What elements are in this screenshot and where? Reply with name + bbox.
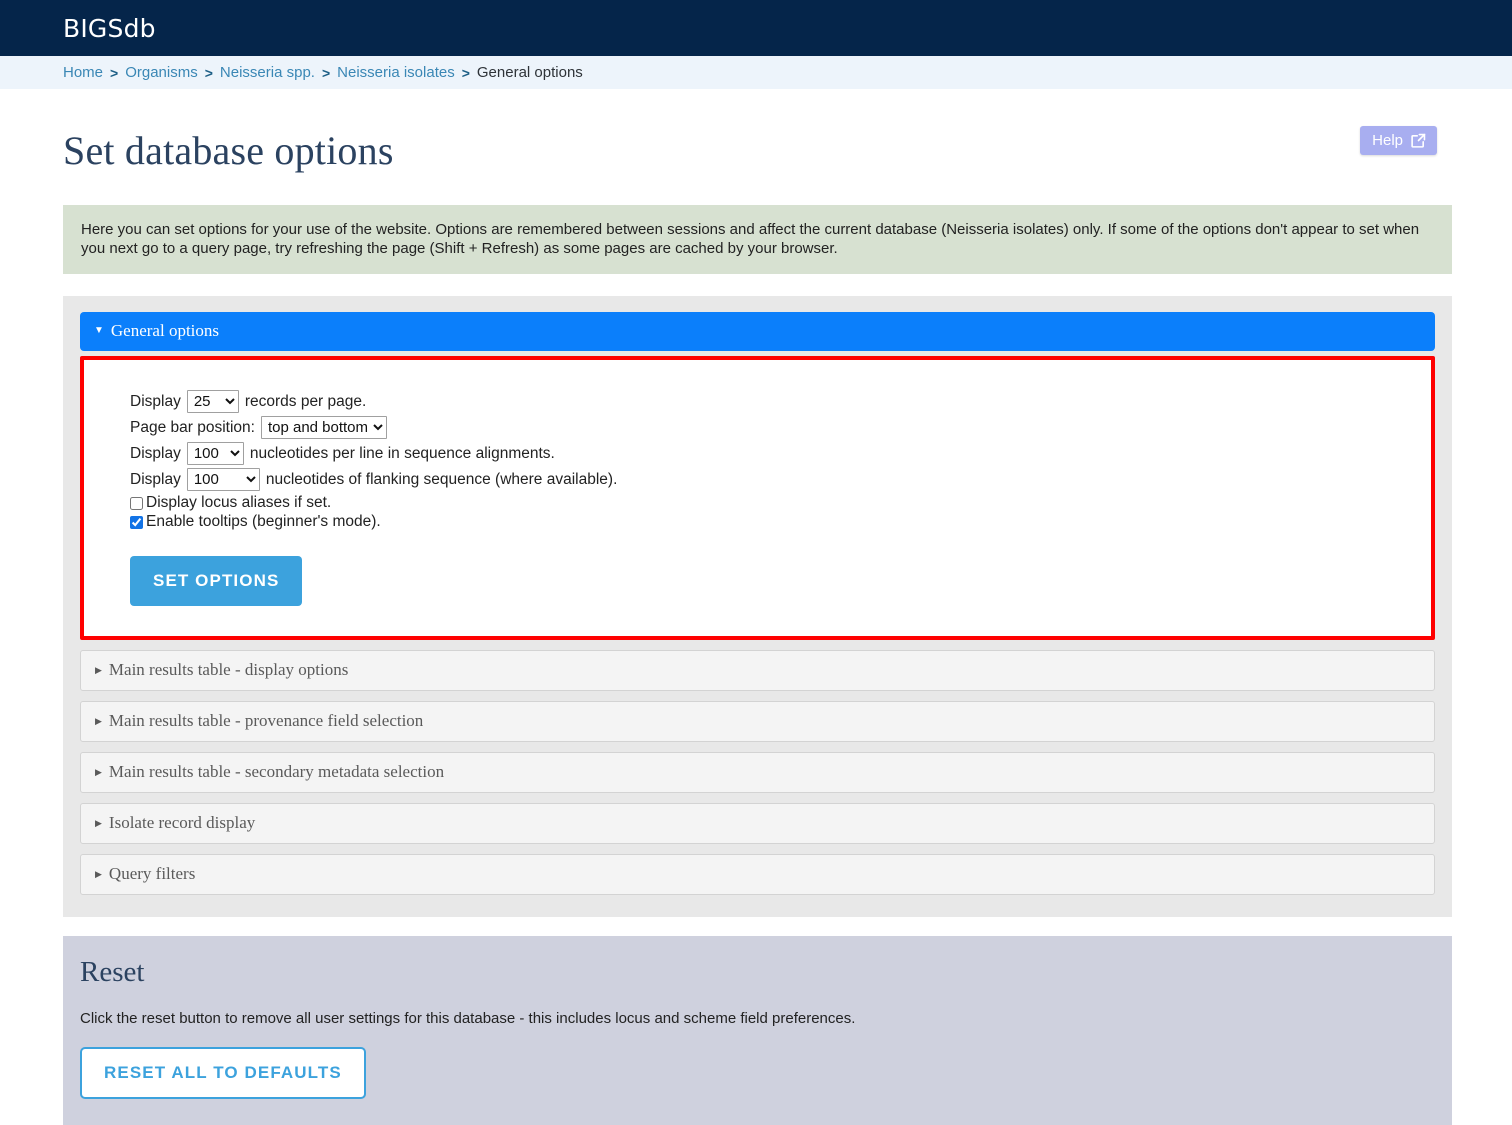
app-brand-title: BIGSdb bbox=[63, 13, 156, 43]
display-locus-aliases-checkbox[interactable] bbox=[130, 496, 143, 510]
chevron-right-icon: ▶ bbox=[95, 664, 102, 675]
chevron-right-icon: ▶ bbox=[95, 868, 102, 879]
reset-description: Click the reset button to remove all use… bbox=[80, 1010, 856, 1028]
accordion-header-label: Main results table - display options bbox=[108, 660, 349, 680]
page-title: Set database options bbox=[63, 128, 394, 173]
alignment-nucleotides-suffix-label: nucleotides per line in sequence alignme… bbox=[249, 444, 555, 462]
breadcrumb-separator: > bbox=[321, 64, 331, 81]
accordion-header-label: Isolate record display bbox=[108, 813, 256, 833]
chevron-right-icon: ▶ bbox=[95, 766, 102, 777]
breadcrumb: Home > Organisms > Neisseria spp. > Neis… bbox=[0, 56, 1512, 89]
breadcrumb-separator: > bbox=[204, 64, 213, 81]
reset-panel: Reset Click the reset button to remove a… bbox=[63, 936, 1452, 1125]
accordion-header-general-options[interactable]: ▼ General options bbox=[80, 312, 1435, 352]
breadcrumb-item-neisseria-isolates[interactable]: Neisseria isolates bbox=[337, 64, 455, 81]
flanking-nucleotides-select[interactable]: 100 bbox=[186, 468, 260, 492]
info-message-box: Here you can set options for your use of… bbox=[63, 205, 1452, 275]
checkbox-row-tooltips: Enable tooltips (beginner's mode). bbox=[130, 513, 1431, 531]
chevron-right-icon: ▶ bbox=[95, 715, 102, 726]
accordion-header-label: Main results table - secondary metadata … bbox=[108, 762, 445, 782]
accordion-header-query-filters[interactable]: ▶ Query filters bbox=[80, 854, 1435, 896]
accordion-header-isolate-record-display[interactable]: ▶ Isolate record display bbox=[80, 803, 1435, 845]
page-bar-position-select[interactable]: top and bottom bbox=[260, 416, 387, 440]
accordion-header-provenance-field-selection[interactable]: ▶ Main results table - provenance field … bbox=[80, 701, 1435, 743]
accordion-header-label: General options bbox=[110, 321, 220, 341]
chevron-down-icon: ▼ bbox=[94, 325, 104, 337]
help-button-label: Help bbox=[1372, 132, 1403, 149]
flanking-nucleotides-suffix-label: nucleotides of flanking sequence (where … bbox=[265, 470, 618, 488]
page-bar-position-prefix-label: Page bar position: bbox=[130, 418, 255, 436]
breadcrumb-separator: > bbox=[110, 64, 119, 81]
set-options-button[interactable]: SET OPTIONS bbox=[130, 556, 303, 607]
alignment-nucleotides-select[interactable]: 100 bbox=[186, 442, 244, 466]
accordion-header-label: Main results table - provenance field se… bbox=[108, 711, 424, 731]
option-row-page-bar-position: Page bar position: top and bottom bbox=[130, 416, 1431, 440]
breadcrumb-separator: > bbox=[461, 64, 470, 81]
checkbox-row-locus-aliases: Display locus aliases if set. bbox=[130, 494, 1431, 512]
breadcrumb-item-current: General options bbox=[476, 64, 583, 81]
option-row-flanking-nucleotides: Display 100 nucleotides of flanking sequ… bbox=[130, 468, 1431, 492]
accordion-header-label: Query filters bbox=[108, 864, 196, 884]
top-navigation-bar: BIGSdb bbox=[0, 0, 1512, 56]
options-panel-area: ▼ General options Display 25 records per… bbox=[63, 296, 1452, 918]
reset-all-to-defaults-button[interactable]: RESET ALL TO DEFAULTS bbox=[80, 1047, 366, 1100]
alignment-nucleotides-prefix-label: Display bbox=[130, 444, 181, 462]
enable-tooltips-label: Enable tooltips (beginner's mode). bbox=[146, 513, 381, 531]
breadcrumb-item-organisms[interactable]: Organisms bbox=[125, 64, 198, 81]
records-per-page-suffix-label: records per page. bbox=[244, 392, 367, 410]
external-link-icon bbox=[1410, 132, 1427, 149]
general-options-form: Display 25 records per page. Page bar po… bbox=[80, 356, 1435, 641]
help-button[interactable]: Help bbox=[1360, 126, 1437, 155]
chevron-right-icon: ▶ bbox=[95, 817, 102, 828]
reset-section-title: Reset bbox=[80, 956, 145, 989]
option-row-alignment-nucleotides: Display 100 nucleotides per line in sequ… bbox=[130, 442, 1431, 466]
display-locus-aliases-label: Display locus aliases if set. bbox=[146, 494, 332, 512]
breadcrumb-item-neisseria-spp[interactable]: Neisseria spp. bbox=[220, 64, 315, 81]
breadcrumb-item-home[interactable]: Home bbox=[63, 64, 103, 81]
enable-tooltips-checkbox[interactable] bbox=[130, 515, 143, 529]
accordion-header-main-results-display-options[interactable]: ▶ Main results table - display options bbox=[80, 650, 1435, 692]
records-per-page-prefix-label: Display bbox=[130, 392, 181, 410]
accordion-header-secondary-metadata-selection[interactable]: ▶ Main results table - secondary metadat… bbox=[80, 752, 1435, 794]
option-row-records-per-page: Display 25 records per page. bbox=[130, 390, 1431, 414]
records-per-page-select[interactable]: 25 bbox=[186, 390, 239, 414]
flanking-nucleotides-prefix-label: Display bbox=[130, 470, 181, 488]
